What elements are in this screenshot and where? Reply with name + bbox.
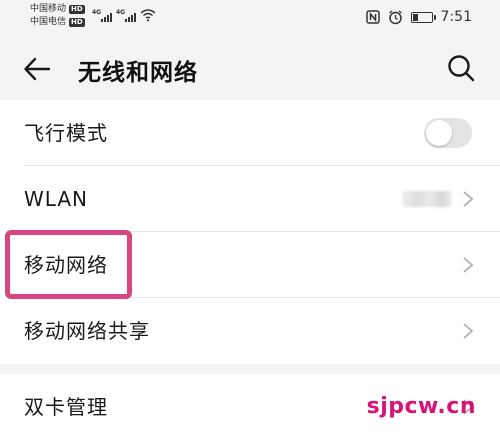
signal-icon: 4G: [92, 9, 112, 22]
chevron-right-icon: [463, 257, 474, 273]
toggle-knob: [426, 120, 452, 146]
wlan-network-name-blurred: [402, 191, 452, 207]
app-bar: 无线和网络: [0, 36, 500, 100]
list-item-label: 移动网络共享: [24, 319, 150, 343]
carrier-2-name: 中国电信: [30, 17, 67, 27]
carrier-info: 中国移动 HD 中国电信 HD: [30, 3, 85, 29]
hd-badge-1: HD: [69, 5, 85, 14]
page-title: 无线和网络: [78, 60, 198, 86]
chevron-right-icon: [463, 323, 474, 339]
chevron-right-icon: [463, 191, 474, 207]
wifi-icon: [140, 9, 156, 22]
arrow-left-icon[interactable]: [22, 54, 52, 84]
signal-indicators: 4G 4G: [92, 8, 156, 22]
status-right: 7:51: [365, 9, 472, 25]
list-item-airplane-mode[interactable]: 飞行模式: [0, 100, 500, 166]
watermark: sjpcw.cn: [366, 394, 476, 419]
list-item-mobile-hotspot[interactable]: 移动网络共享: [0, 298, 500, 364]
list-item-mobile-network[interactable]: 移动网络: [0, 232, 500, 298]
settings-list: 飞行模式 WLAN 移动网络 移动网络共享: [0, 100, 500, 364]
signal-icon: 4G: [116, 9, 136, 22]
list-item-label: 移动网络: [24, 253, 108, 277]
status-time: 7:51: [440, 9, 472, 25]
list-item-label: WLAN: [24, 187, 89, 211]
list-item-label: 飞行模式: [24, 121, 108, 145]
battery-icon: [410, 11, 436, 23]
list-item-wlan[interactable]: WLAN: [0, 166, 500, 232]
network-tag-2: 4G: [116, 9, 126, 16]
alarm-icon: [388, 9, 402, 24]
status-bar: 中国移动 HD 中国电信 HD 4G 4G 7:51: [0, 0, 500, 36]
hd-badge-2: HD: [69, 18, 85, 27]
nfc-icon: [365, 10, 380, 24]
search-icon[interactable]: [446, 53, 476, 83]
list-item-label: 双卡管理: [24, 395, 108, 419]
carrier-1-name: 中国移动: [30, 4, 67, 14]
network-tag-1: 4G: [92, 9, 102, 16]
airplane-mode-toggle[interactable]: [424, 118, 472, 148]
